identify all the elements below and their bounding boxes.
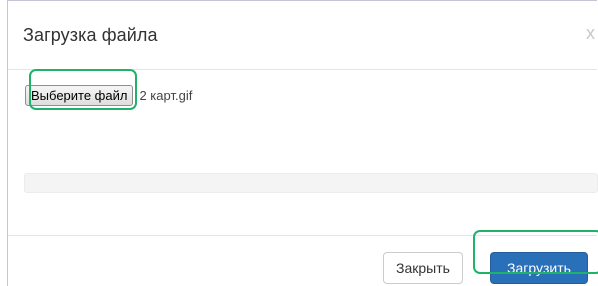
upload-progress-bar	[24, 173, 598, 193]
choose-file-button[interactable]: Выберите файл	[25, 84, 134, 106]
upload-dialog: Загрузка файла x Выберите файл 2 карт.gi…	[7, 0, 598, 286]
close-icon[interactable]: x	[586, 23, 595, 44]
close-button[interactable]: Закрыть	[383, 252, 463, 284]
upload-button[interactable]: Загрузить	[490, 252, 588, 284]
dialog-footer: Закрыть Загрузить	[8, 235, 597, 286]
dialog-title: Загрузка файла	[23, 25, 158, 45]
file-input-row: Выберите файл 2 карт.gif	[25, 83, 192, 107]
dialog-header: Загрузка файла x	[8, 1, 597, 70]
selected-file-name: 2 карт.gif	[139, 87, 193, 103]
